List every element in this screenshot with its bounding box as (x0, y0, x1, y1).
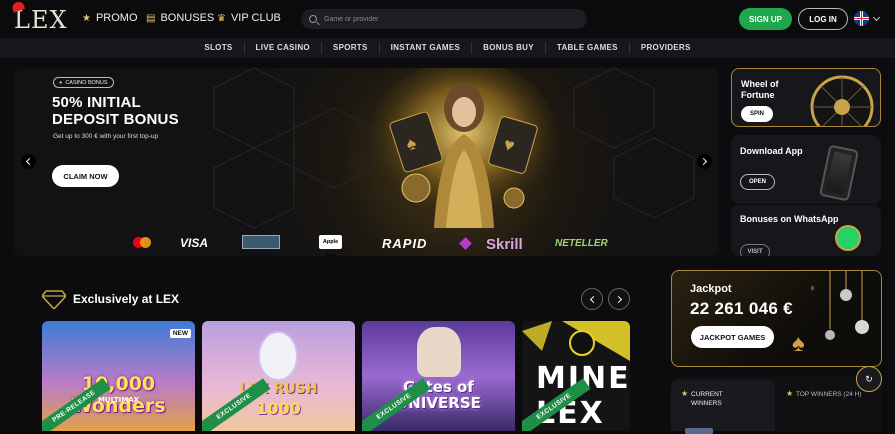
carousel-prev-button[interactable] (581, 288, 603, 310)
signup-button[interactable]: SIGN UP (739, 8, 792, 30)
chevron-down-icon[interactable] (872, 13, 881, 22)
category-bonus-buy[interactable]: BONUS BUY (472, 42, 546, 54)
search-box[interactable] (301, 9, 587, 29)
category-nav: SLOTS LIVE CASINO SPORTS INSTANT GAMES B… (0, 38, 895, 58)
jackpot-label: Jackpot (690, 283, 732, 295)
top-bar: LEX ★ PROMO ▤ BONUSES ♛ VIP CLUB SIGN UP… (0, 0, 895, 38)
neteller-logo: NETELLER (555, 238, 608, 249)
login-button[interactable]: LOG IN (798, 8, 848, 30)
download-app-card[interactable]: Download App OPEN (731, 135, 881, 204)
wheel-of-fortune-card[interactable]: Wheel of Fortune SPIN (731, 68, 881, 127)
game-card-gates-of-universe[interactable]: Gates of UNIVERSE EXCLUSIVE (362, 321, 515, 431)
category-instant-games[interactable]: INSTANT GAMES (380, 42, 473, 54)
spin-button[interactable]: SPIN (741, 106, 773, 122)
wheel-icon (810, 75, 874, 126)
star-icon: ★ (681, 389, 689, 398)
diamond-icon (42, 290, 66, 309)
tab-current-winners[interactable]: ★ CURRENT WINNERS (671, 380, 775, 434)
search-icon (309, 15, 317, 23)
hero-woman-image: ♠ ♥ (369, 68, 559, 228)
category-live-casino[interactable]: LIVE CASINO (245, 42, 322, 54)
current-winners-label: CURRENT WINNERS (691, 391, 723, 407)
crown-icon: ♛ (217, 12, 226, 24)
rapid-logo: RAPID (382, 236, 428, 251)
top-winners-label: TOP WINNERS (24 H) (796, 391, 862, 398)
zeus-figure (417, 327, 461, 377)
nav-bonuses-label: BONUSES (160, 12, 215, 24)
egg-icon (258, 331, 298, 381)
game-title: LEX RUSH (239, 381, 318, 397)
nav-vip-label: VIP CLUB (230, 12, 281, 24)
nav-bonuses[interactable]: ▤ BONUSES (146, 12, 214, 24)
nav-promo[interactable]: ★ PROMO (82, 12, 138, 24)
jackpot-amount: 22 261 046 € (690, 299, 793, 318)
whatsapp-title: Bonuses on WhatsApp (740, 214, 839, 224)
nav-promo-label: PROMO (95, 12, 138, 24)
download-app-title: Download App (740, 146, 803, 156)
svg-text:♦: ♦ (810, 283, 815, 294)
star-icon: ★ (82, 12, 91, 24)
category-sports[interactable]: SPORTS (322, 42, 380, 54)
casino-bonus-badge: ● CASINO BONUS (53, 77, 114, 88)
game-subtitle: MULTIMAX (97, 396, 140, 404)
lex-logo[interactable]: LEX (10, 0, 68, 34)
bank-transfer-icon (242, 235, 280, 249)
category-providers[interactable]: PROVIDERS (630, 42, 702, 54)
new-tag: NEW (169, 329, 191, 338)
gift-icon: ▤ (146, 12, 156, 24)
uk-flag-icon[interactable] (854, 11, 869, 26)
ornaments-decoration: ♠ ♦ (792, 271, 869, 357)
hero-next-button[interactable] (697, 154, 712, 169)
winners-panel: ★ CURRENT WINNERS ★ TOP WINNERS (24 H) (671, 377, 882, 434)
winner-thumb (685, 428, 713, 434)
hero-banner[interactable]: ♠ ♥ ● CASINO BONUS 50% INITIAL DEPOSIT B… (14, 68, 719, 256)
carousel-next-button[interactable] (608, 288, 630, 310)
badge-label: CASINO BONUS (65, 79, 108, 86)
hero-subtitle: Get up to 300 € with your first top-up (53, 133, 159, 140)
hero-prev-button[interactable] (21, 154, 36, 169)
nav-vip-club[interactable]: ♛ VIP CLUB (217, 12, 281, 24)
open-button[interactable]: OPEN (740, 174, 775, 190)
star-icon: ★ (786, 389, 794, 398)
game-title: MINE LEX (536, 361, 629, 431)
apple-pay-icon: Apple Pay (319, 235, 342, 256)
jackpot-games-button[interactable]: JACKPOT GAMES (691, 326, 774, 348)
claim-now-button[interactable]: CLAIM NOW (52, 165, 119, 187)
skrill-logo: Skrill (486, 236, 523, 253)
visa-logo: VISA (180, 236, 209, 250)
mastercard-icon (133, 237, 151, 248)
category-slots[interactable]: SLOTS (193, 42, 245, 54)
support-chat-icon[interactable]: ↻ (856, 366, 882, 392)
hero-title: 50% INITIAL DEPOSIT BONUS (52, 94, 179, 128)
game-card-mine-lex[interactable]: MINE LEX EXCLUSIVE (522, 321, 630, 431)
search-input[interactable] (324, 15, 564, 23)
whatsapp-card[interactable]: Bonuses on WhatsApp VISIT (731, 205, 881, 256)
game-card-lex-rush[interactable]: LEX RUSH 1000 EXCLUSIVE (202, 321, 355, 431)
wheel-title: Wheel of Fortune (741, 79, 779, 100)
game-card-10000-wonders[interactable]: NEW 10,000 Wonders MULTIMAX PRE-RELEASE (42, 321, 195, 431)
visit-button[interactable]: VISIT (740, 244, 770, 256)
category-table-games[interactable]: TABLE GAMES (546, 42, 630, 54)
svg-text:♠: ♠ (792, 330, 805, 357)
coin-icon: ● (59, 79, 63, 86)
section-title: Exclusively at LEX (73, 292, 180, 306)
whatsapp-icon (835, 225, 861, 251)
logo-text: LEX (14, 6, 68, 34)
jackpot-card[interactable]: Jackpot 22 261 046 € JACKPOT GAMES ♠ ♦ (671, 270, 882, 367)
